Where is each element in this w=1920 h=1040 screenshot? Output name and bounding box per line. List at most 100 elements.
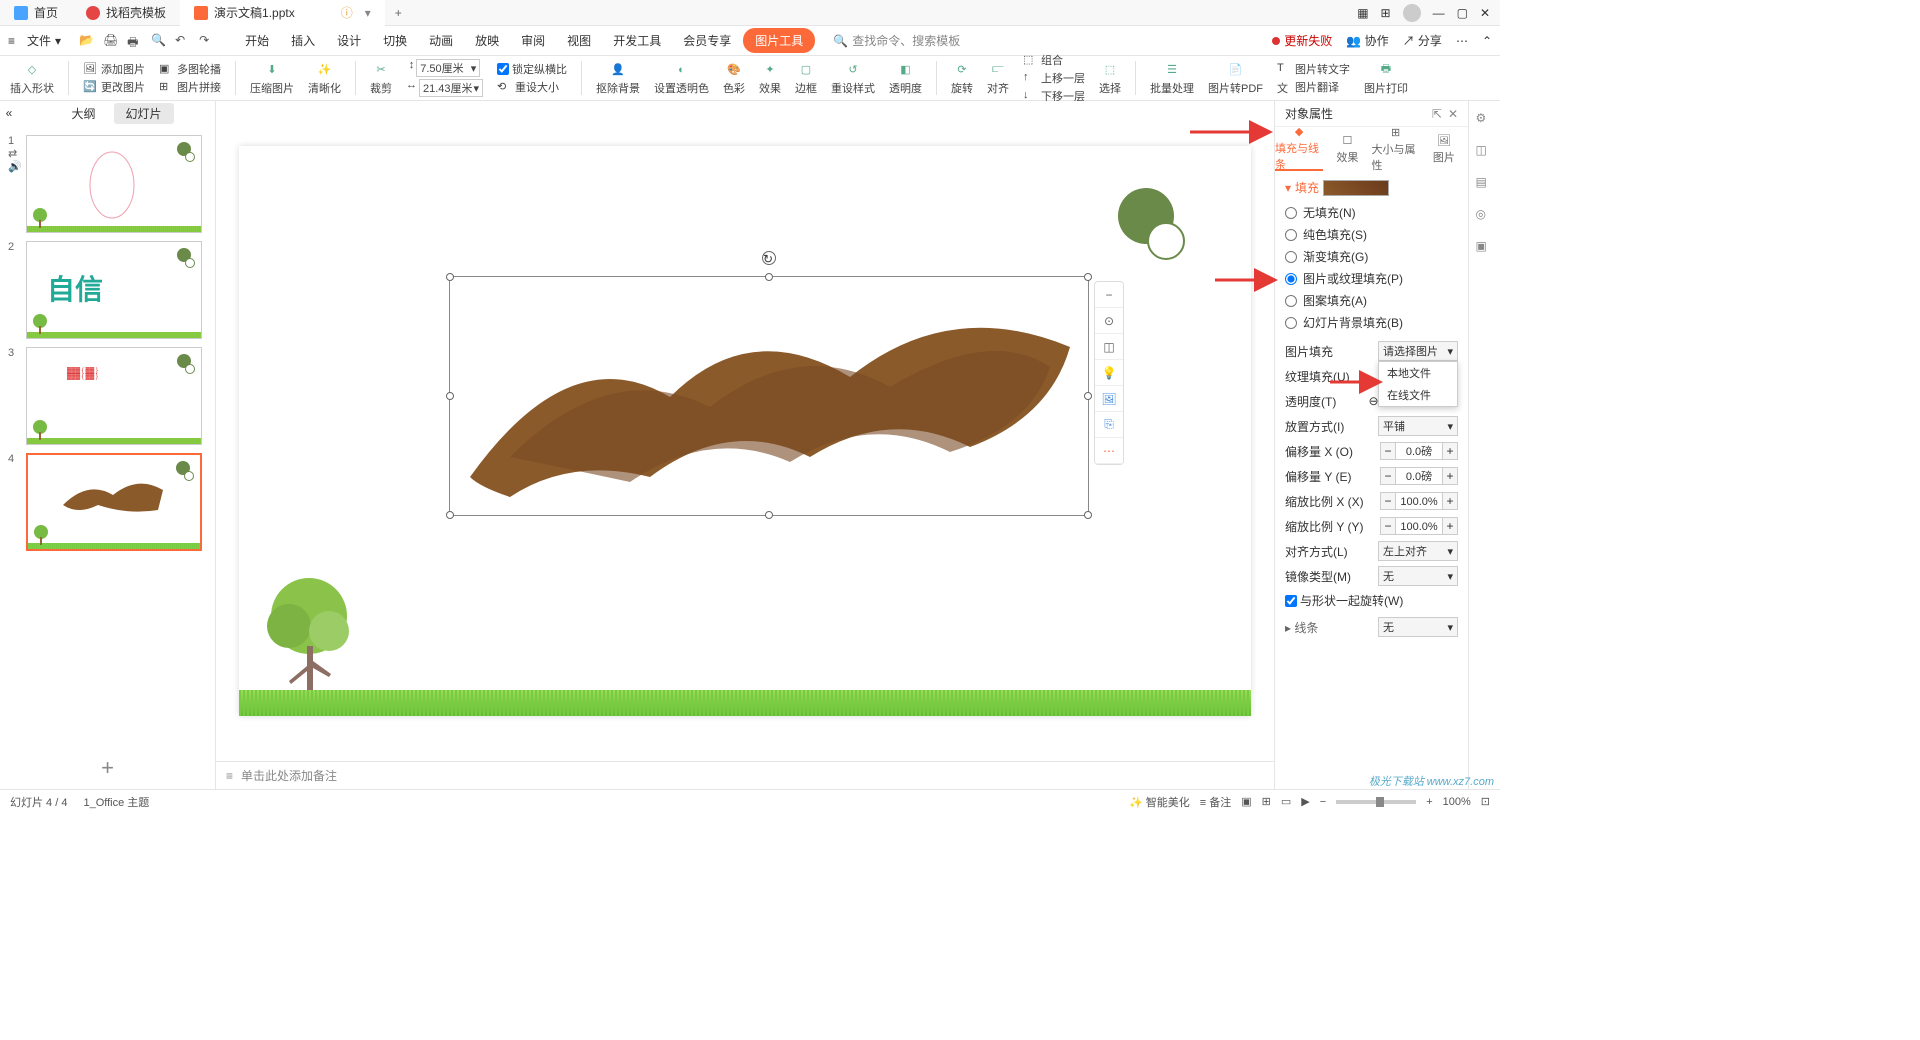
ribbon-tab[interactable]: 放映	[465, 26, 509, 55]
zoom-level[interactable]: 100%	[1443, 796, 1471, 808]
transparency-button[interactable]: ◧透明度	[889, 61, 922, 96]
ribbon-tab[interactable]: 视图	[557, 26, 601, 55]
thumbnail[interactable]: 3 ▓▓▓ { ▓▓ }▓▓▓ { ▓▓ }	[0, 343, 215, 449]
to-text-button[interactable]: T图片转文字	[1277, 61, 1350, 77]
ribbon-tab[interactable]: 切换	[373, 26, 417, 55]
style-icon[interactable]: ◫	[1476, 143, 1494, 161]
add-slide-button[interactable]: +	[0, 747, 215, 789]
zoom-out-button[interactable]: −	[1320, 796, 1326, 808]
close-button[interactable]: ✕	[1480, 6, 1490, 20]
lock-ratio-checkbox[interactable]: 锁定纵横比	[497, 61, 567, 77]
offset-y-input[interactable]: −0.0磅+	[1380, 467, 1458, 485]
collab-button[interactable]: 👥 协作	[1346, 32, 1388, 49]
panel-tab-fill[interactable]: ◆填充与线条	[1275, 127, 1323, 171]
pin-icon[interactable]: ⇱	[1432, 107, 1442, 121]
zoom-out-icon[interactable]: −	[1095, 282, 1123, 308]
fill-swatch[interactable]	[1323, 180, 1389, 196]
fill-option-solid[interactable]: 纯色填充(S)	[1285, 226, 1458, 243]
idea-icon[interactable]: 💡	[1095, 360, 1123, 386]
width-input[interactable]: 21.43厘米▾	[419, 79, 483, 97]
scale-x-input[interactable]: −100.0%+	[1380, 492, 1458, 510]
tab-document[interactable]: 演示文稿1.pptxⓘ▾	[180, 0, 385, 26]
fill-option-gradient[interactable]: 渐变填充(G)	[1285, 248, 1458, 265]
compress-button[interactable]: ⬇压缩图片	[250, 61, 294, 96]
tab-home[interactable]: 首页	[0, 0, 72, 26]
replace-image-button[interactable]: 🔄更改图片	[83, 79, 145, 95]
view-sorter-icon[interactable]: ⊞	[1262, 795, 1271, 808]
ribbon-tab[interactable]: 设计	[327, 26, 371, 55]
layout-grid-icon[interactable]: ▦	[1357, 6, 1368, 20]
align-button[interactable]: ⫍对齐	[987, 61, 1009, 96]
ai-icon[interactable]: 🖼	[1095, 386, 1123, 412]
user-avatar[interactable]	[1403, 4, 1421, 22]
line-section-header[interactable]: ▸ 线条	[1285, 619, 1318, 636]
ribbon-tab[interactable]: 审阅	[511, 26, 555, 55]
rotate-button[interactable]: ⟳旋转	[951, 61, 973, 96]
outline-tab[interactable]: 大纲	[59, 103, 107, 124]
location-icon[interactable]: ◎	[1476, 207, 1494, 225]
menu-icon[interactable]: ≡	[8, 34, 15, 48]
border-button[interactable]: ▢边框	[795, 61, 817, 96]
align-select[interactable]: 左上对齐▾	[1378, 541, 1458, 561]
image-fill-select[interactable]: 请选择图片▾	[1378, 341, 1458, 361]
mirror-select[interactable]: 无▾	[1378, 566, 1458, 586]
layers-icon[interactable]: ▤	[1476, 175, 1494, 193]
reset-size-button[interactable]: ⟲重设大小	[497, 79, 559, 95]
bookmark-icon[interactable]: ▣	[1476, 239, 1494, 257]
beautify-button[interactable]: ✨ 智能美化	[1129, 794, 1190, 810]
select-button[interactable]: ⬚选择	[1099, 61, 1121, 96]
notes-pane[interactable]: ≡ 单击此处添加备注	[216, 761, 1274, 789]
ribbon-tab[interactable]: 动画	[419, 26, 463, 55]
preview-icon[interactable]: 🔍	[151, 33, 167, 49]
dropdown-option-online[interactable]: 在线文件	[1379, 384, 1457, 406]
multi-carousel-button[interactable]: ▣多图轮播	[159, 61, 221, 77]
settings-icon[interactable]: ⚙	[1476, 111, 1494, 129]
selected-shape[interactable]: ↻	[449, 276, 1089, 516]
zoom-in-button[interactable]: +	[1426, 796, 1432, 808]
line-select[interactable]: 无▾	[1378, 617, 1458, 637]
to-pdf-button[interactable]: 📄图片转PDF	[1208, 61, 1263, 96]
share-button[interactable]: ↗ 分享	[1403, 32, 1442, 49]
slides-tab[interactable]: 幻灯片	[114, 103, 174, 124]
command-search[interactable]: 🔍 查找命令、搜索模板	[833, 32, 960, 49]
ribbon-tab[interactable]: 开发工具	[603, 26, 671, 55]
set-transparent-button[interactable]: ◐设置透明色	[654, 61, 709, 96]
panel-tab-effect[interactable]: ☐效果	[1323, 127, 1371, 171]
fill-option-pattern[interactable]: 图案填充(A)	[1285, 292, 1458, 309]
slideshow-icon[interactable]: ▶	[1301, 795, 1309, 808]
ribbon-tab[interactable]: 开始	[235, 26, 279, 55]
apps-icon[interactable]: ⊞	[1381, 6, 1391, 20]
image-join-button[interactable]: ⊞图片拼接	[159, 79, 221, 95]
thumbnail[interactable]: 4	[0, 449, 215, 555]
effect-button[interactable]: ✦效果	[759, 61, 781, 96]
place-select[interactable]: 平铺▾	[1378, 416, 1458, 436]
insert-shape-button[interactable]: ◇插入形状	[10, 61, 54, 96]
notes-toggle[interactable]: ≡ 备注	[1200, 794, 1231, 810]
reset-style-button[interactable]: ↺重设样式	[831, 61, 875, 96]
close-panel-icon[interactable]: ✕	[1448, 107, 1458, 121]
batch-button[interactable]: ☰批量处理	[1150, 61, 1194, 96]
fill-option-none[interactable]: 无填充(N)	[1285, 204, 1458, 221]
thumbnail[interactable]: 1⇄🔊	[0, 131, 215, 237]
new-tab-button[interactable]: +	[385, 6, 412, 20]
offset-x-input[interactable]: −0.0磅+	[1380, 442, 1458, 460]
collapse-sidebar-icon[interactable]: «	[0, 103, 18, 123]
up-layer-button[interactable]: ↑上移一层	[1023, 70, 1085, 86]
more-icon[interactable]: ⋯	[1456, 34, 1468, 48]
tab-templates[interactable]: 找稻壳模板	[72, 0, 180, 26]
view-reading-icon[interactable]: ▭	[1281, 795, 1291, 808]
print-icon[interactable]: 🖶	[127, 33, 143, 49]
ribbon-tab[interactable]: 会员专享	[673, 26, 741, 55]
add-image-button[interactable]: 🖼添加图片	[83, 61, 145, 77]
color-button[interactable]: 🎨色彩	[723, 61, 745, 96]
more-tools-icon[interactable]: ⋯	[1095, 438, 1123, 464]
minimize-button[interactable]: —	[1433, 6, 1445, 20]
crop-tool-icon[interactable]: ◫	[1095, 334, 1123, 360]
rotate-handle[interactable]: ↻	[762, 251, 776, 265]
update-failed[interactable]: 更新失败	[1272, 32, 1332, 49]
open-icon[interactable]: 📂	[79, 33, 95, 49]
redo-icon[interactable]: ↷	[199, 33, 215, 49]
thumbnail[interactable]: 2 自信	[0, 237, 215, 343]
fit-icon[interactable]: ⊡	[1481, 795, 1490, 808]
print-image-button[interactable]: 🖶图片打印	[1364, 61, 1408, 96]
